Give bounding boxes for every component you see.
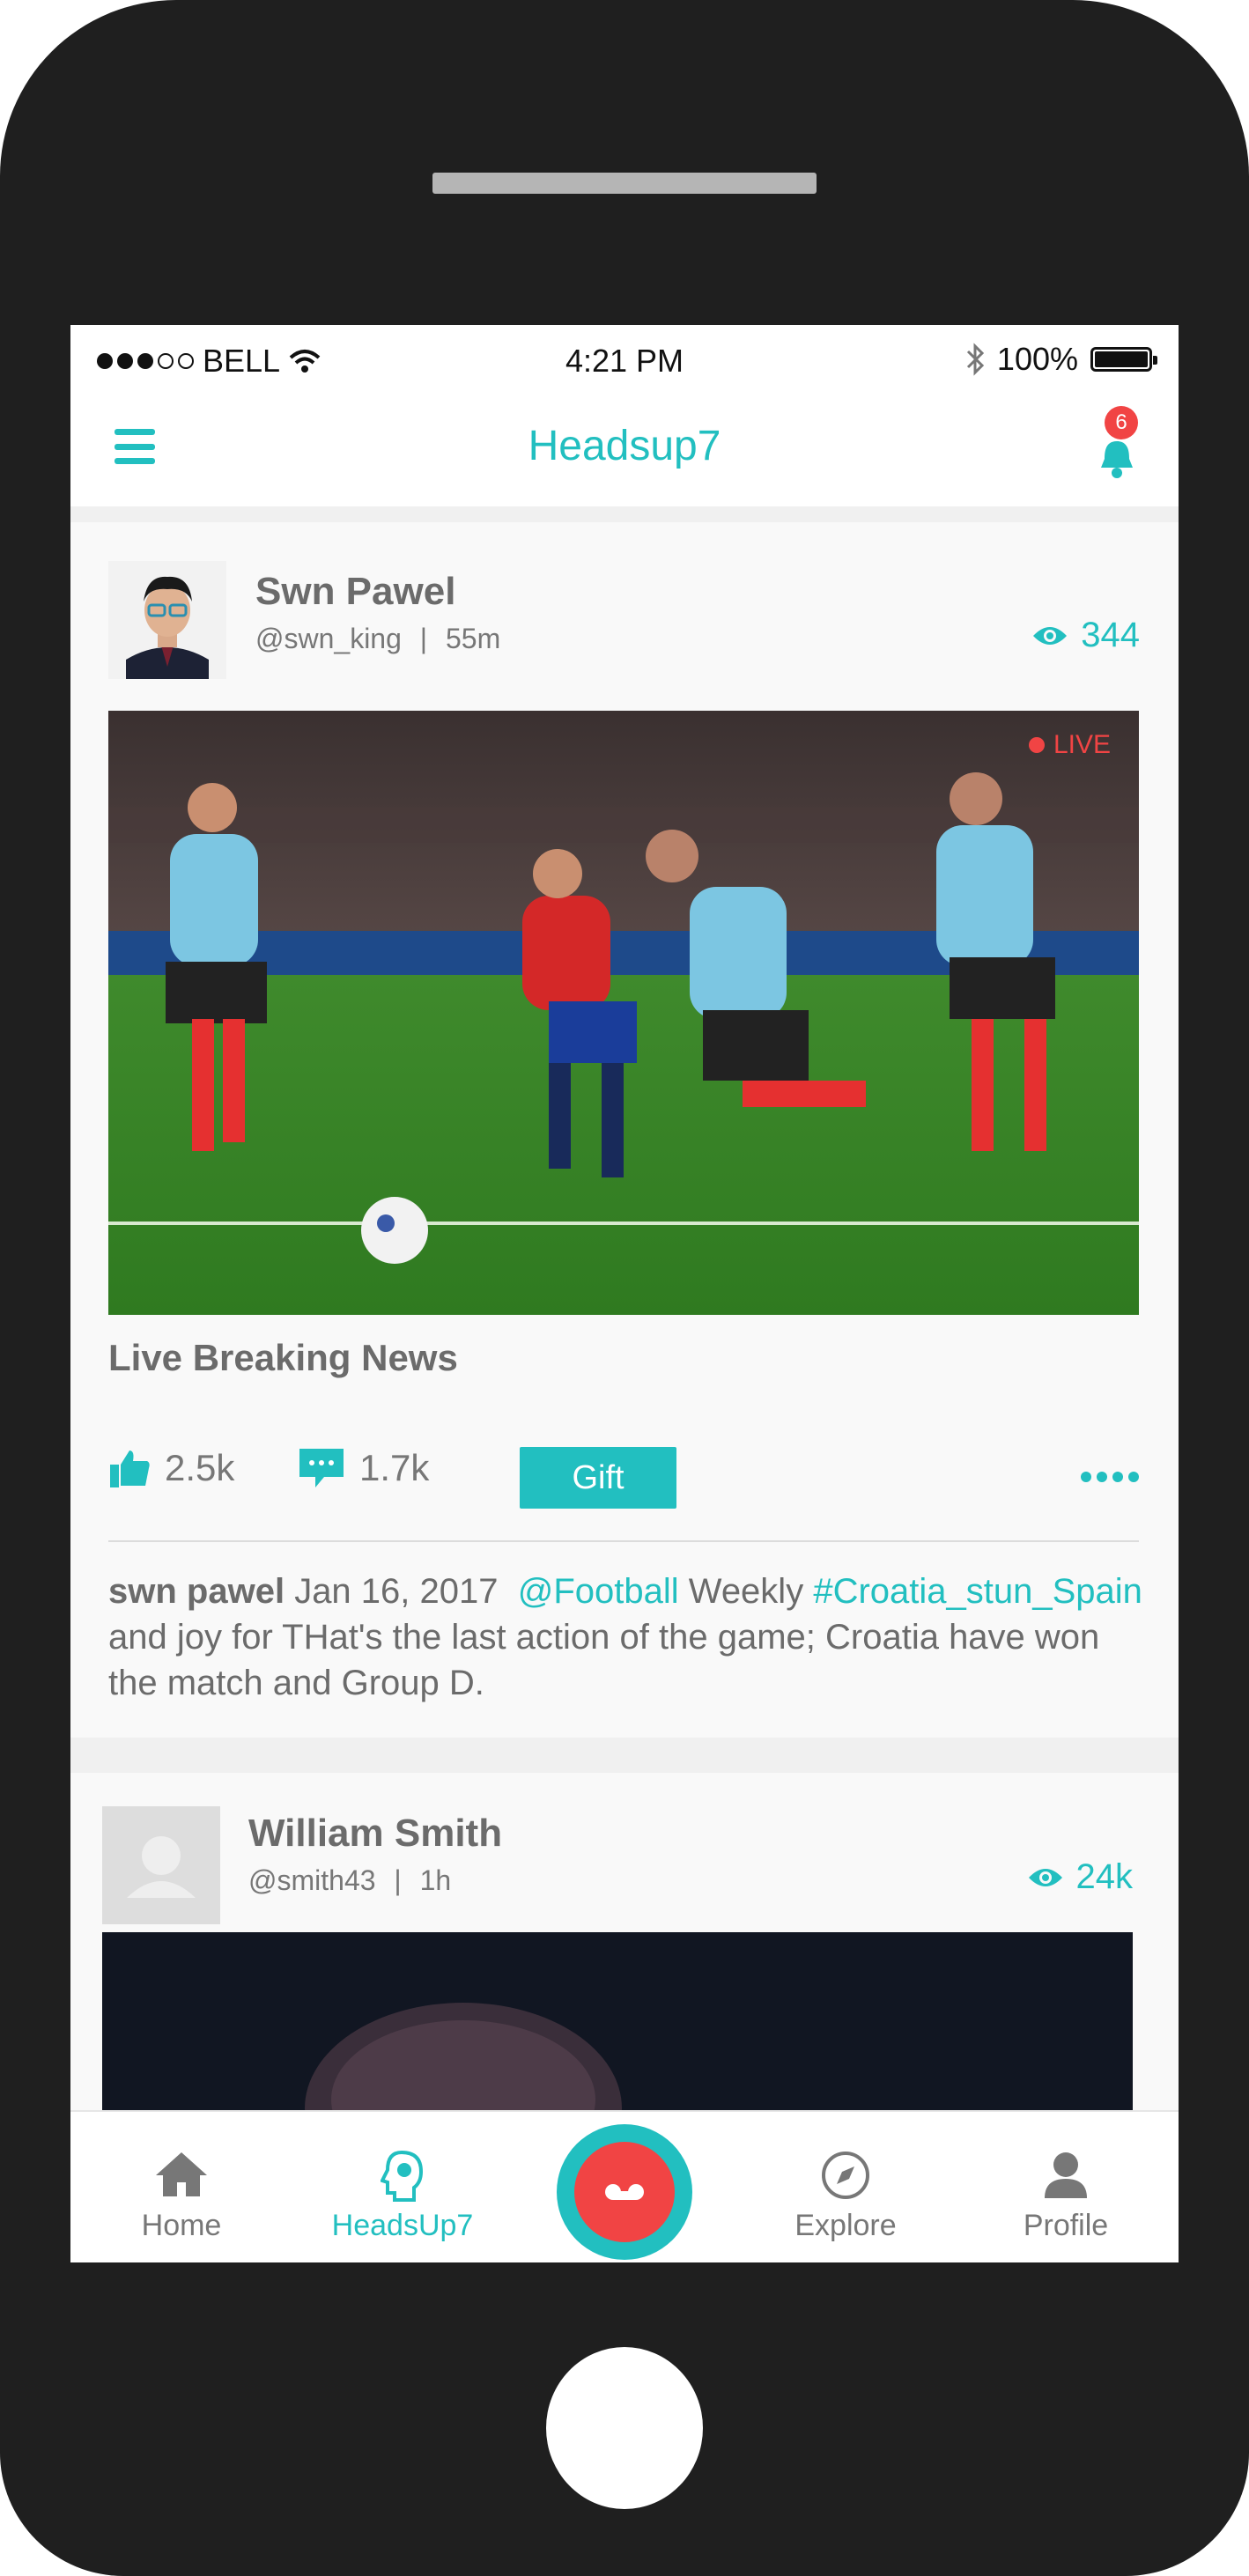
meta-separator: |: [394, 1864, 402, 1896]
view-count: 344: [1031, 616, 1140, 655]
post-handle[interactable]: @smith43: [248, 1864, 376, 1896]
tab-home[interactable]: Home: [93, 2112, 270, 2262]
post-card: Swn Pawel @swn_king | 55m 344 LIVE Live …: [70, 522, 1179, 1738]
headsup7-icon: [381, 2151, 424, 2202]
post-author-name[interactable]: William Smith: [248, 1812, 502, 1856]
comment-icon: [299, 1449, 344, 1487]
battery-percent: 100%: [996, 341, 1078, 377]
phone-frame: BELL 4:21 PM 100% Headsup7 6 Swn Pawel @…: [0, 0, 1249, 2576]
bottom-tab-bar: Home HeadsUp7 Explore Profile: [70, 2110, 1179, 2262]
app-screen: BELL 4:21 PM 100% Headsup7 6 Swn Pawel @…: [70, 325, 1179, 2262]
meta-separator: |: [419, 623, 428, 654]
home-icon: [156, 2152, 207, 2196]
post-media-video[interactable]: LIVE: [108, 711, 1139, 1315]
description-author[interactable]: swn pawel: [108, 1572, 285, 1611]
eye-icon: [1028, 1868, 1062, 1886]
comment-button[interactable]: 1.7k: [298, 1447, 429, 1489]
post-age: 1h: [419, 1864, 452, 1896]
user-icon: [1045, 2152, 1087, 2198]
post-title[interactable]: Live Breaking News: [108, 1337, 458, 1379]
thumbs-up-icon: [110, 1450, 150, 1487]
post-handle[interactable]: @swn_king: [255, 623, 402, 654]
tab-label: Home: [141, 2209, 222, 2242]
bluetooth-icon: [966, 343, 985, 376]
app-title: Headsup7: [528, 423, 721, 469]
view-count-value: 344: [1081, 616, 1140, 654]
live-label: LIVE: [1053, 730, 1111, 759]
view-count-value: 24k: [1075, 1857, 1134, 1896]
description-date: Jan 16, 2017: [294, 1572, 499, 1611]
mention-link[interactable]: @Football: [518, 1572, 679, 1611]
record-button[interactable]: [557, 2124, 692, 2260]
avatar-placeholder[interactable]: [102, 1806, 220, 1924]
speaker-grille: [432, 173, 817, 194]
post-description: swn pawel Jan 16, 2017 @Football Weekly …: [108, 1568, 1148, 1706]
divider: [108, 1540, 1139, 1542]
like-count: 2.5k: [165, 1447, 235, 1488]
device-home-button[interactable]: [546, 2347, 703, 2509]
tab-label: HeadsUp7: [331, 2209, 474, 2242]
eye-icon: [1033, 626, 1068, 645]
post-age: 55m: [445, 623, 501, 654]
post-actions: 2.5k 1.7k Gift: [108, 1447, 1139, 1517]
comment-count: 1.7k: [359, 1447, 430, 1488]
hashtag-link[interactable]: #Croatia_stun_Spain: [813, 1572, 1142, 1611]
post-meta: @swn_king | 55m: [255, 623, 500, 655]
notification-badge: 6: [1105, 406, 1138, 439]
live-indicator: LIVE: [1028, 730, 1111, 760]
tab-label: Profile: [1023, 2209, 1109, 2242]
view-count: 24k: [1027, 1857, 1134, 1897]
gift-button[interactable]: Gift: [520, 1447, 676, 1509]
battery-icon: [1090, 347, 1157, 372]
post-meta: @smith43 | 1h: [248, 1864, 451, 1897]
description-word: Weekly: [688, 1572, 804, 1611]
description-text: and joy for THat's the last action of th…: [108, 1618, 1100, 1702]
compass-icon: [822, 2152, 869, 2199]
post-author-name[interactable]: Swn Pawel: [255, 570, 455, 614]
status-right: 100%: [965, 341, 1157, 378]
avatar[interactable]: [108, 561, 226, 679]
top-nav-bar: Headsup7 6: [70, 395, 1179, 506]
live-dot-icon: [1028, 737, 1045, 753]
tab-profile[interactable]: Profile: [978, 2112, 1154, 2262]
tab-label: Explore: [794, 2209, 897, 2242]
voicemail-icon: [605, 2184, 644, 2200]
status-bar: BELL 4:21 PM 100%: [70, 325, 1179, 395]
tab-headsup7[interactable]: HeadsUp7: [314, 2112, 491, 2262]
like-button[interactable]: 2.5k: [108, 1447, 234, 1489]
tab-explore[interactable]: Explore: [758, 2112, 934, 2262]
more-options-icon[interactable]: [1081, 1472, 1139, 1482]
